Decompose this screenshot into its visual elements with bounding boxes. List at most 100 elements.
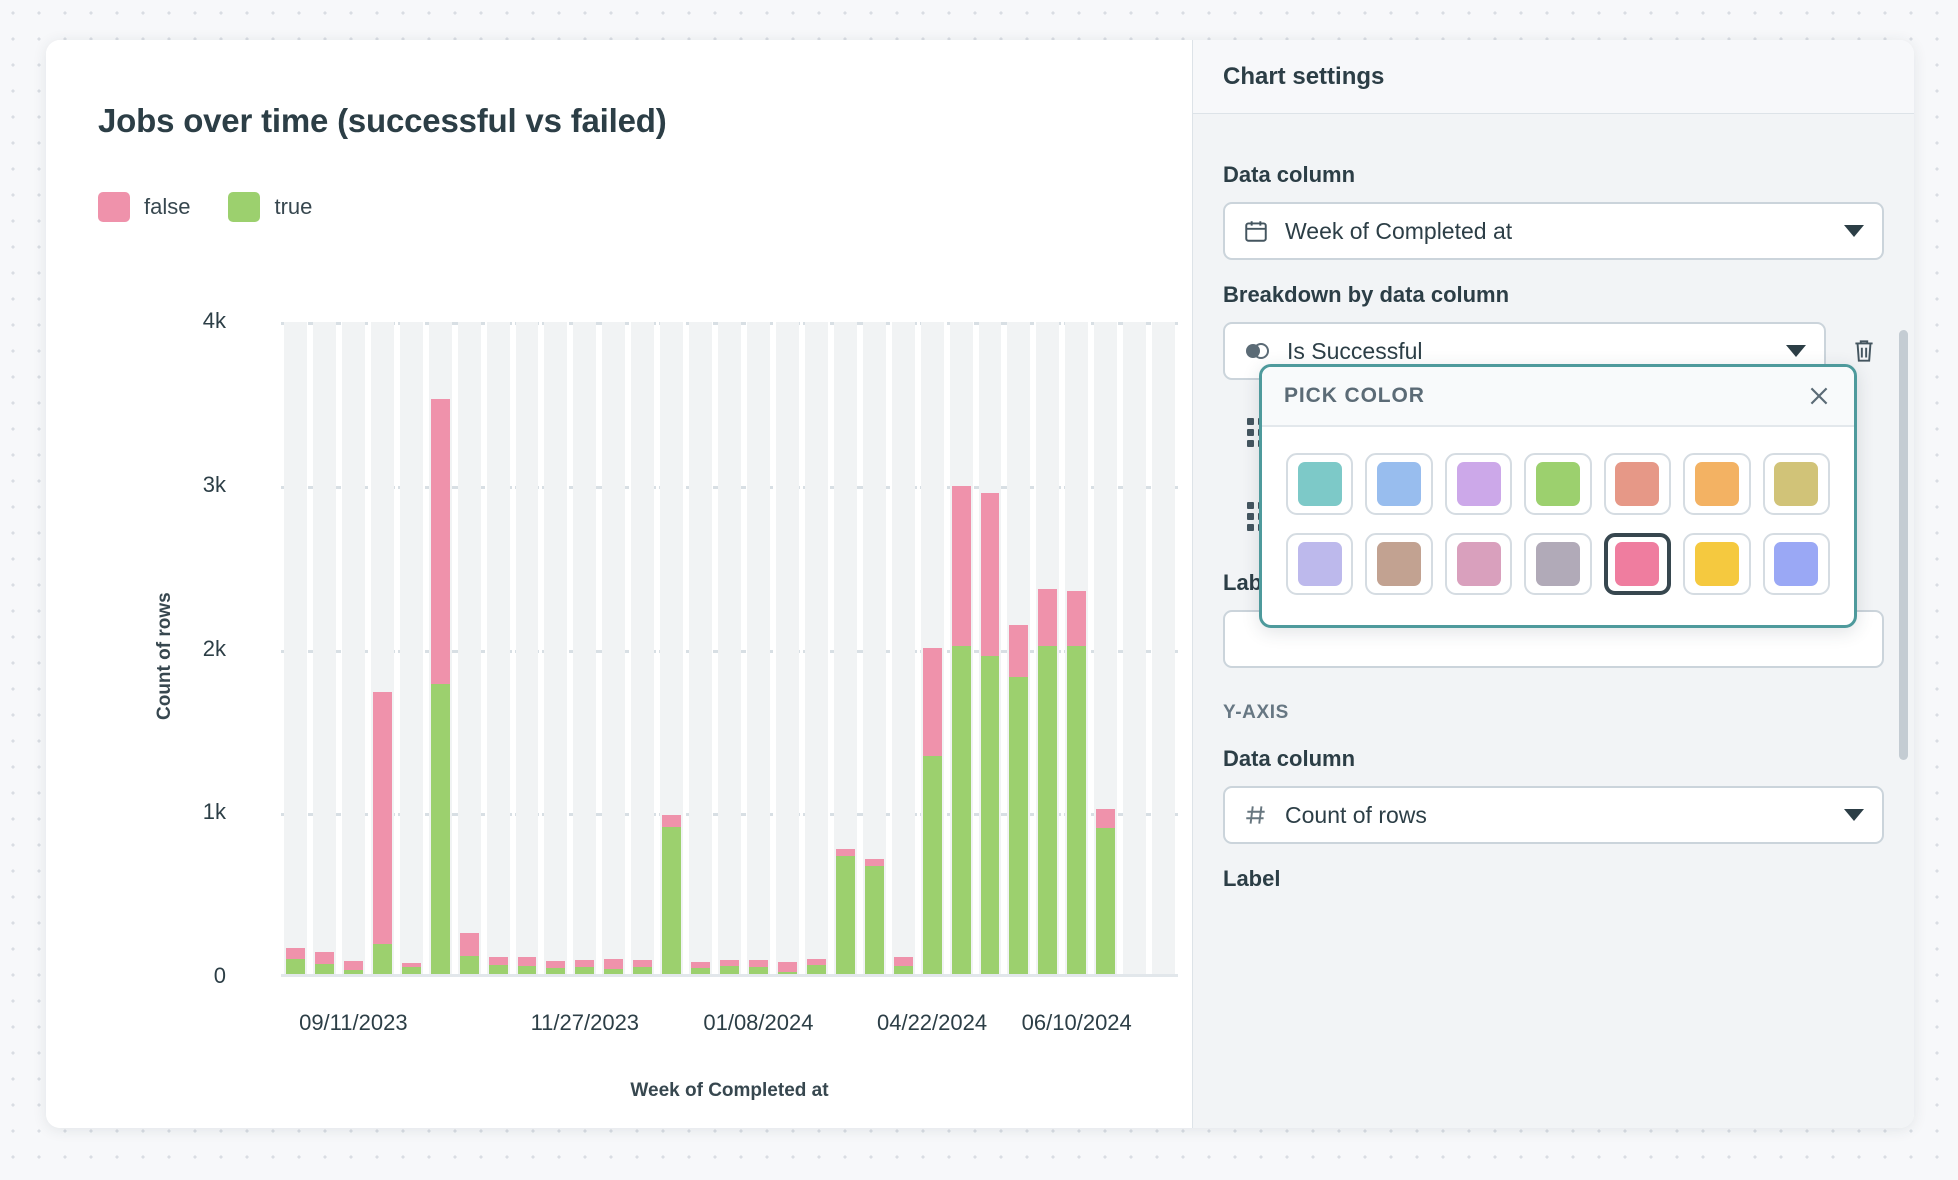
- bar-segment-true[interactable]: [923, 756, 942, 977]
- bar-slot[interactable]: [1062, 322, 1091, 977]
- chevron-down-icon: [1786, 345, 1806, 357]
- bar-slot[interactable]: [889, 322, 918, 977]
- bar-slot-background: [892, 322, 915, 977]
- boolean-toggle-icon: [1243, 341, 1271, 361]
- color-swatch-option[interactable]: [1604, 533, 1671, 595]
- bar-segment-true[interactable]: [836, 856, 855, 977]
- bar-slot[interactable]: [368, 322, 397, 977]
- bar-segment-false[interactable]: [315, 952, 334, 963]
- color-chip: [1377, 462, 1421, 506]
- y-tick-label: 0: [156, 963, 226, 989]
- bar-slot[interactable]: [339, 322, 368, 977]
- bar-slot[interactable]: [426, 322, 455, 977]
- bar-slot[interactable]: [715, 322, 744, 977]
- bar-slot[interactable]: [513, 322, 542, 977]
- bar-slot[interactable]: [976, 322, 1005, 977]
- bar-segment-false[interactable]: [1067, 591, 1086, 647]
- bar-slot[interactable]: [1120, 322, 1149, 977]
- bar-slot[interactable]: [484, 322, 513, 977]
- color-swatch-option[interactable]: [1683, 453, 1750, 515]
- color-swatch-option[interactable]: [1365, 533, 1432, 595]
- bar-slot[interactable]: [802, 322, 831, 977]
- bar-series: [281, 322, 1178, 977]
- bar-segment-true[interactable]: [1096, 828, 1115, 977]
- color-swatch-option[interactable]: [1286, 533, 1353, 595]
- bar-segment-false[interactable]: [1096, 809, 1115, 828]
- bar-slot[interactable]: [281, 322, 310, 977]
- color-chip: [1377, 542, 1421, 586]
- bar-segment-true[interactable]: [431, 684, 450, 977]
- bar-segment-true[interactable]: [1067, 646, 1086, 977]
- bar-slot[interactable]: [686, 322, 715, 977]
- bar-slot[interactable]: [947, 322, 976, 977]
- bar-slot[interactable]: [397, 322, 426, 977]
- bar-segment-false[interactable]: [604, 959, 623, 969]
- bar-segment-false[interactable]: [778, 962, 797, 972]
- bar-segment-false[interactable]: [981, 493, 1000, 656]
- bar-segment-true[interactable]: [662, 827, 681, 977]
- bar-slot[interactable]: [1033, 322, 1062, 977]
- color-swatch-option[interactable]: [1524, 533, 1591, 595]
- close-icon[interactable]: [1806, 383, 1832, 409]
- bar-segment-true[interactable]: [1038, 646, 1057, 977]
- color-swatch-option[interactable]: [1763, 453, 1830, 515]
- bar-segment-false[interactable]: [286, 948, 305, 959]
- bar-slot[interactable]: [918, 322, 947, 977]
- bar-slot[interactable]: [1004, 322, 1033, 977]
- bar-stack: [952, 486, 971, 977]
- bar-slot[interactable]: [773, 322, 802, 977]
- color-swatch-option[interactable]: [1683, 533, 1750, 595]
- legend-swatch-true: [228, 192, 260, 222]
- bar-stack: [1009, 625, 1028, 977]
- bar-segment-false[interactable]: [518, 957, 537, 965]
- bar-segment-false[interactable]: [489, 957, 508, 964]
- color-swatch-option[interactable]: [1445, 533, 1512, 595]
- settings-body: Data column Week of Completed at Breakdo…: [1193, 114, 1914, 892]
- bar-segment-false[interactable]: [431, 399, 450, 684]
- bar-segment-true[interactable]: [1009, 677, 1028, 977]
- x-data-column-select[interactable]: Week of Completed at: [1223, 202, 1884, 260]
- color-swatch-option[interactable]: [1524, 453, 1591, 515]
- bar-segment-false[interactable]: [1009, 625, 1028, 677]
- bar-segment-false[interactable]: [749, 960, 768, 967]
- bar-slot[interactable]: [541, 322, 570, 977]
- bar-slot[interactable]: [599, 322, 628, 977]
- bar-segment-false[interactable]: [662, 815, 681, 827]
- bar-slot[interactable]: [570, 322, 599, 977]
- bar-segment-false[interactable]: [460, 933, 479, 956]
- color-swatch-option[interactable]: [1365, 453, 1432, 515]
- bar-slot-background: [747, 322, 770, 977]
- bar-segment-true[interactable]: [865, 866, 884, 977]
- bar-segment-true[interactable]: [373, 944, 392, 977]
- bar-slot[interactable]: [657, 322, 686, 977]
- bar-slot[interactable]: [744, 322, 773, 977]
- color-swatch-option[interactable]: [1445, 453, 1512, 515]
- bar-segment-false[interactable]: [1038, 589, 1057, 646]
- color-swatch-option[interactable]: [1604, 453, 1671, 515]
- bar-slot[interactable]: [1091, 322, 1120, 977]
- bar-segment-false[interactable]: [923, 648, 942, 756]
- bar-slot[interactable]: [455, 322, 484, 977]
- legend-item-true[interactable]: true: [228, 192, 312, 222]
- bar-segment-false[interactable]: [633, 960, 652, 967]
- legend-item-false[interactable]: false: [98, 192, 190, 222]
- y-data-column-select[interactable]: Count of rows: [1223, 786, 1884, 844]
- bar-segment-false[interactable]: [575, 960, 594, 967]
- bar-segment-false[interactable]: [952, 486, 971, 646]
- bar-segment-false[interactable]: [373, 692, 392, 944]
- legend-label-false: false: [144, 194, 190, 220]
- settings-scrollbar[interactable]: [1899, 330, 1908, 760]
- bar-segment-true[interactable]: [952, 646, 971, 977]
- bar-slot[interactable]: [1149, 322, 1178, 977]
- color-swatch-option[interactable]: [1763, 533, 1830, 595]
- color-swatch-option[interactable]: [1286, 453, 1353, 515]
- bar-segment-false[interactable]: [344, 961, 363, 970]
- bar-slot[interactable]: [860, 322, 889, 977]
- bar-slot[interactable]: [628, 322, 657, 977]
- chevron-down-icon: [1844, 225, 1864, 237]
- bar-segment-false[interactable]: [894, 957, 913, 966]
- bar-stack: [836, 849, 855, 977]
- bar-slot[interactable]: [310, 322, 339, 977]
- bar-slot[interactable]: [831, 322, 860, 977]
- bar-segment-true[interactable]: [981, 656, 1000, 977]
